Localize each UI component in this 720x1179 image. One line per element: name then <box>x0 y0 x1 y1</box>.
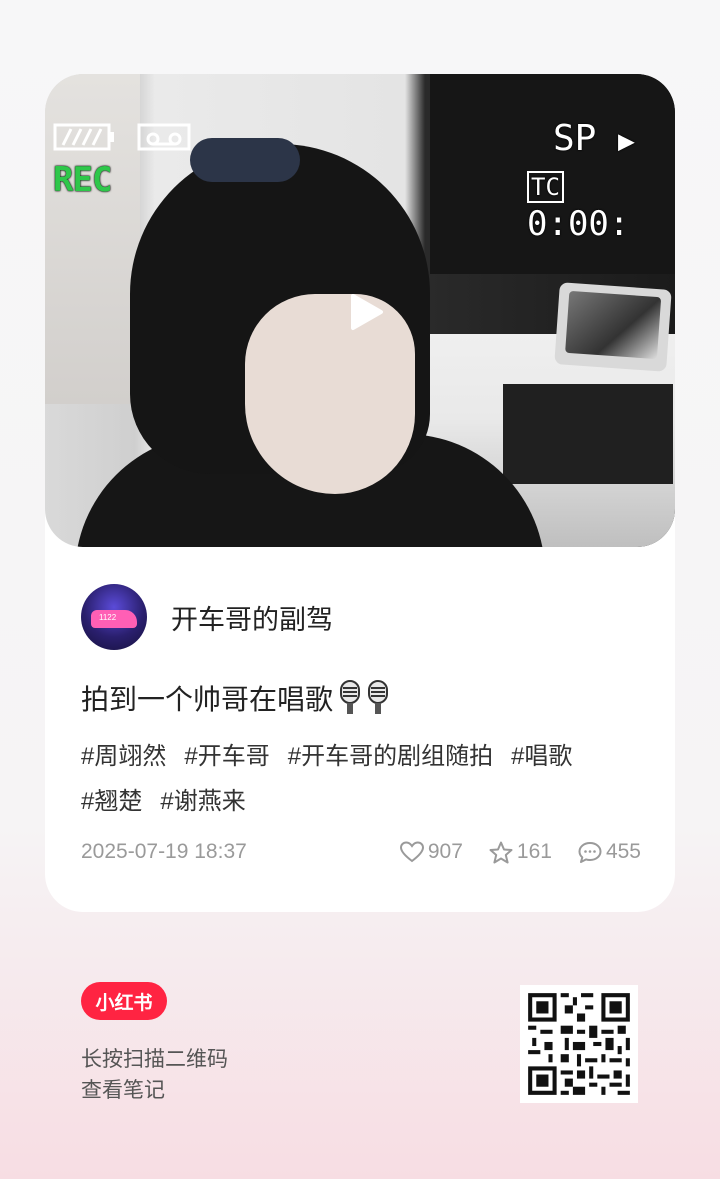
sp-indicator: SP ▶ <box>553 118 635 159</box>
like-stat[interactable]: 907 <box>399 840 463 864</box>
battery-icon <box>53 123 114 151</box>
tag-link[interactable]: #周翊然 <box>81 743 166 770</box>
microphone-icon <box>368 680 389 714</box>
qr-code[interactable] <box>520 985 638 1103</box>
microphone-icon <box>340 680 361 714</box>
cover-subject-face <box>245 294 415 494</box>
play-icon[interactable] <box>345 292 385 332</box>
tag-link[interactable]: #翘楚 <box>81 788 142 815</box>
rec-indicator: REC <box>53 160 112 200</box>
comment-icon <box>578 841 602 863</box>
tag-list: #周翊然 #开车哥 #开车哥的剧组随拍 #唱歌 #翘楚 #谢燕来 <box>81 734 641 824</box>
scan-hint: 长按扫描二维码 查看笔记 <box>81 1044 228 1106</box>
post-date: 2025-07-19 18:37 <box>81 840 247 863</box>
author-name[interactable]: 开车哥的副驾 <box>171 598 333 637</box>
heart-icon <box>399 841 424 863</box>
like-count: 907 <box>427 840 463 863</box>
cover-bg-panel <box>503 384 673 484</box>
scan-hint-line2: 查看笔记 <box>81 1079 165 1102</box>
video-cover[interactable]: REC SP ▶ TC 0:00: <box>45 74 675 547</box>
author-row[interactable]: 1122 开车哥的副驾 <box>81 584 333 650</box>
star-icon <box>489 841 513 863</box>
favorite-count: 161 <box>516 840 552 863</box>
post-meta: 2025-07-19 18:37 907 161 455 <box>81 840 641 864</box>
comment-count: 455 <box>605 840 641 863</box>
cassette-icon <box>137 123 191 151</box>
tag-link[interactable]: #开车哥的剧组随拍 <box>288 743 493 770</box>
post-title: 拍到一个帅哥在唱歌 <box>81 678 389 718</box>
cover-bg-tablet <box>554 282 672 372</box>
timecode-indicator: TC 0:00: <box>527 171 630 244</box>
avatar-plate: 1122 <box>99 613 117 622</box>
tag-link[interactable]: #谢燕来 <box>160 788 245 815</box>
tag-link[interactable]: #开车哥 <box>184 743 269 770</box>
scan-hint-line1: 长按扫描二维码 <box>81 1048 228 1071</box>
favorite-stat[interactable]: 161 <box>489 840 552 864</box>
avatar[interactable]: 1122 <box>81 584 147 650</box>
note-card[interactable]: REC SP ▶ TC 0:00: 1122 开车哥的副驾 拍到一个帅哥在唱歌 … <box>45 74 675 912</box>
tag-link[interactable]: #唱歌 <box>511 743 572 770</box>
qr-code-icon <box>520 985 638 1103</box>
cover-subject-hair-tie <box>190 138 300 182</box>
post-title-text: 拍到一个帅哥在唱歌 <box>81 684 334 715</box>
xiaohongshu-logo: 小红书 <box>81 982 167 1020</box>
comment-stat[interactable]: 455 <box>578 840 641 864</box>
